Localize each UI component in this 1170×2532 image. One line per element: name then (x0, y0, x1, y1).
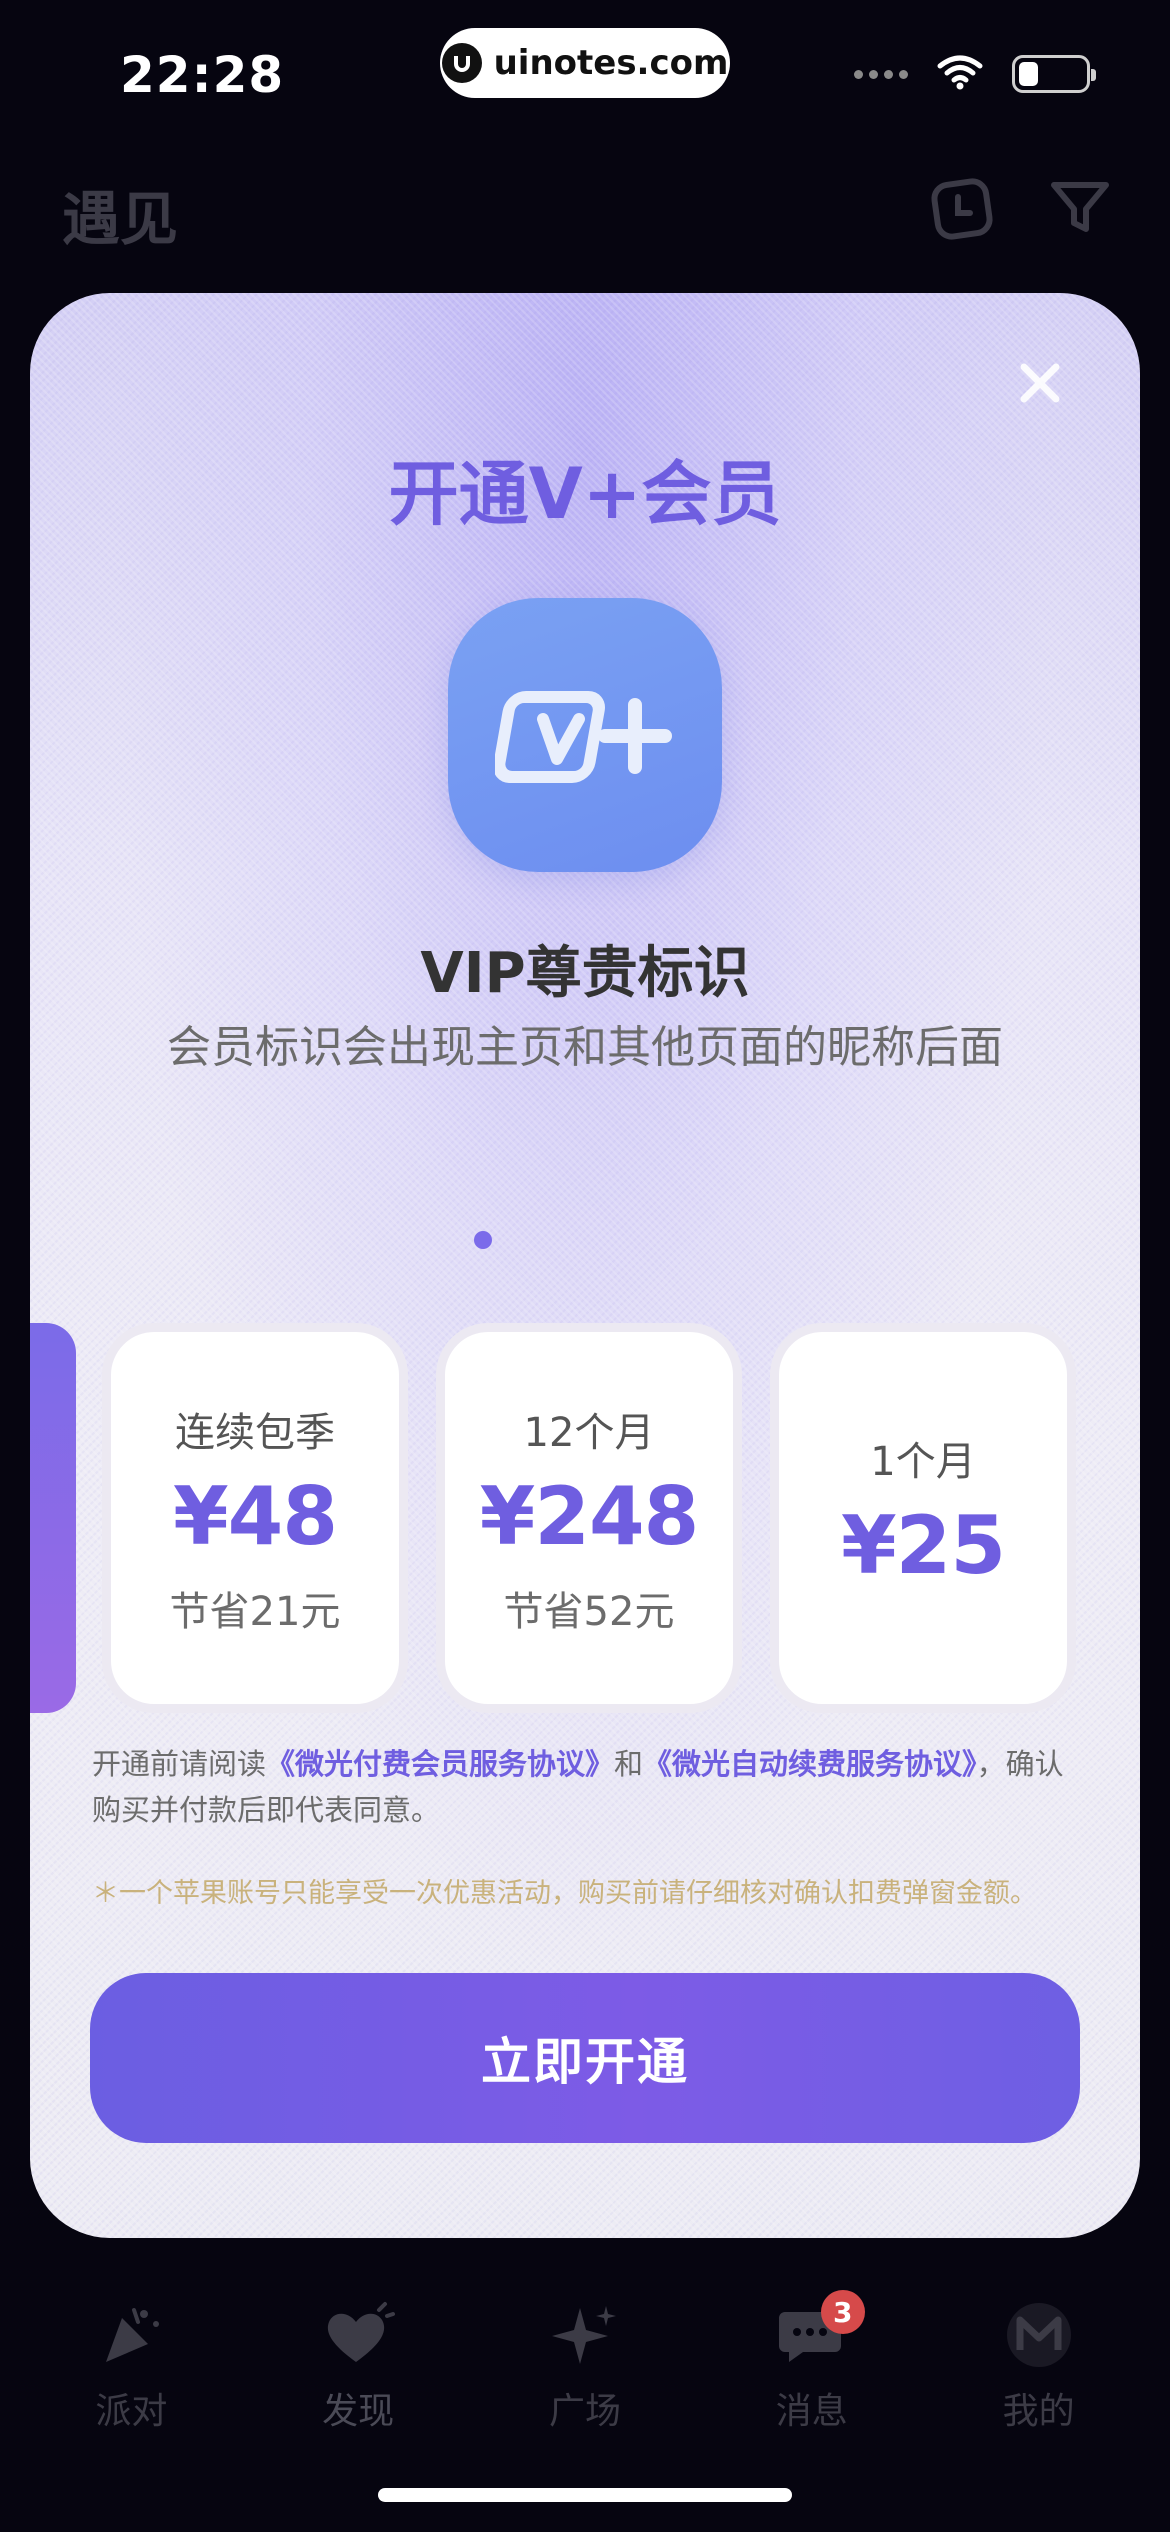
filter-icon[interactable] (1048, 175, 1112, 247)
vip-plus-icon (448, 598, 722, 872)
party-icon (94, 2300, 168, 2370)
feature-description: 会员标识会出现主页和其他页面的昵称后面 (167, 1022, 1003, 1073)
battery-level (1019, 62, 1039, 86)
tab-profile[interactable]: 我的 (939, 2300, 1139, 2434)
status-icons (854, 54, 1096, 94)
tab-label: 消息 (775, 2391, 848, 2432)
history-icon[interactable] (928, 175, 996, 247)
tab-label: 广场 (548, 2391, 621, 2432)
home-indicator (378, 2488, 792, 2502)
carousel-indicator (474, 1231, 492, 1249)
plan-card-partial[interactable] (30, 1323, 76, 1713)
plan-price: ¥248 (479, 1469, 700, 1563)
wifi-icon (936, 54, 984, 94)
feature-title: VIP尊贵标识 (420, 941, 750, 1006)
plan-card-quarterly[interactable]: 连续包季 ¥48 节省21元 (102, 1323, 408, 1713)
purchase-notice: ＊一个苹果账号只能享受一次优惠活动，购买前请仔细核对确认扣费弹窗金额。 (92, 1878, 1037, 1909)
vip-modal: 开通V+会员 VIP尊贵标识 会员标识会出现主页和其他页面的昵称后面 连续包季 … (30, 293, 1140, 2238)
tab-label: 派对 (95, 2391, 168, 2432)
tab-messages[interactable]: 3 消息 (712, 2290, 912, 2434)
plan-card-yearly[interactable]: 12个月 ¥248 节省52元 (436, 1323, 742, 1713)
url-pill: uinotes.com (440, 28, 730, 98)
tab-label: 发现 (322, 2391, 395, 2432)
close-button[interactable] (1008, 353, 1072, 417)
plan-price: ¥25 (841, 1498, 1006, 1592)
status-time: 22:28 (120, 46, 285, 104)
plan-saving: 节省52元 (503, 1588, 675, 1635)
plan-list: 连续包季 ¥48 节省21元 12个月 ¥248 节省52元 1个月 ¥25 (102, 1323, 1076, 1713)
close-icon[interactable] (1012, 355, 1068, 415)
heart-icon (321, 2300, 396, 2370)
tab-discover[interactable]: 发现 (258, 2300, 458, 2434)
member-agreement-link[interactable]: 《微光付费会员服务协议》 (266, 1747, 614, 1781)
tab-label: 我的 (1002, 2391, 1075, 2432)
plan-saving: 节省21元 (169, 1588, 341, 1635)
plan-name: 连续包季 (175, 1409, 335, 1456)
modal-title: 开通V+会员 (388, 453, 782, 535)
page-title: 遇见 (62, 185, 179, 253)
url-text: uinotes.com (493, 43, 729, 83)
cellular-signal-icon (854, 69, 908, 79)
sparkle-icon (548, 2300, 622, 2370)
tab-square[interactable]: 广场 (485, 2300, 685, 2434)
battery-icon (1012, 55, 1096, 93)
site-logo-icon (441, 43, 482, 83)
tab-party[interactable]: 派对 (31, 2300, 231, 2434)
plan-card-monthly[interactable]: 1个月 ¥25 (770, 1323, 1076, 1713)
nav-actions (928, 175, 1112, 247)
plan-name: 1个月 (870, 1438, 976, 1485)
agreement-middle: 和 (614, 1747, 644, 1781)
message-icon: 3 (775, 2290, 865, 2370)
profile-icon (1002, 2300, 1076, 2370)
plan-name: 12个月 (523, 1409, 655, 1456)
autorenew-agreement-link[interactable]: 《微光自动续费服务协议》 (643, 1747, 977, 1781)
tab-bar: 派对 发现 广场 3 消息 我的 (0, 2290, 1170, 2434)
subscribe-button[interactable]: 立即开通 (90, 1973, 1080, 2143)
agreement-text: 开通前请阅读《微光付费会员服务协议》和《微光自动续费服务协议》，确认购买并付款后… (92, 1741, 1082, 1833)
modal-texture (30, 293, 1140, 2238)
agreement-prefix: 开通前请阅读 (92, 1747, 267, 1781)
plan-price: ¥48 (173, 1469, 338, 1563)
unread-badge: 3 (820, 2290, 865, 2334)
